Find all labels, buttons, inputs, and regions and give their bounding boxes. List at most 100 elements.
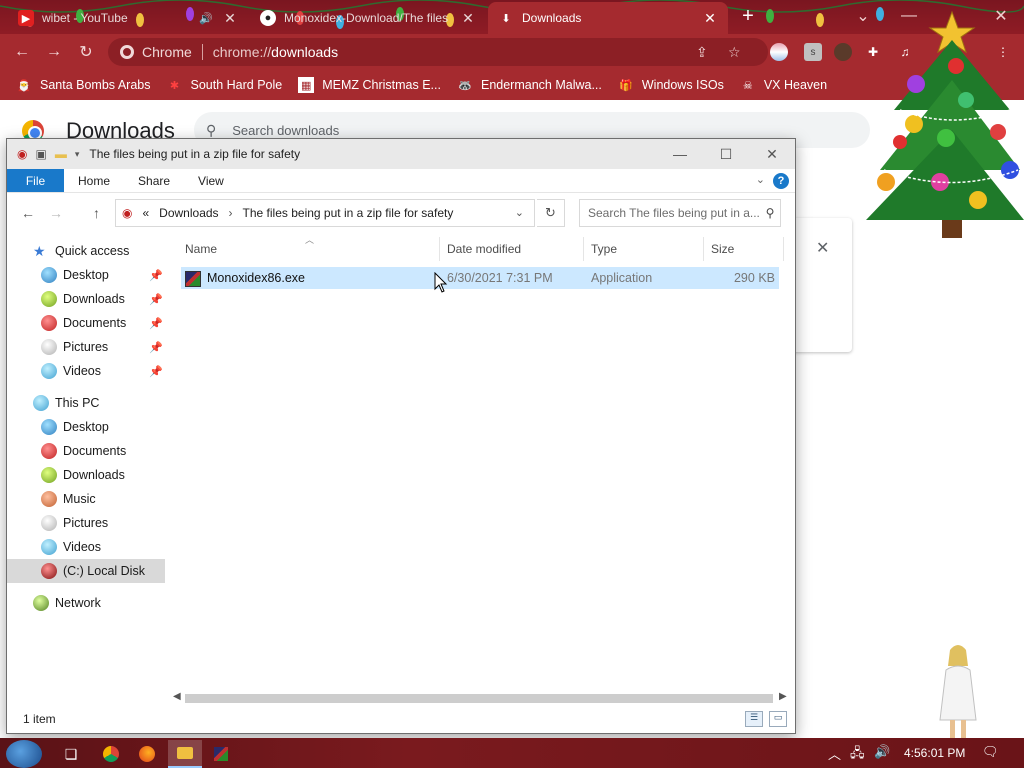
pin-icon[interactable]: 📌	[149, 341, 163, 354]
folder-app-icon[interactable]: ◉	[17, 147, 27, 161]
bookmark-endermanch-malware[interactable]: 🦝 Endermanch Malwa...	[457, 77, 602, 93]
column-header-type[interactable]: Type	[591, 239, 617, 259]
minimize-button[interactable]: —	[657, 139, 703, 169]
column-header-size[interactable]: Size	[711, 239, 734, 259]
breadcrumb-overflow[interactable]: «	[142, 206, 149, 220]
new-folder-icon[interactable]: ▬	[55, 147, 67, 161]
clock[interactable]: 4:56:01 PM	[904, 746, 965, 760]
up-arrow-icon[interactable]: ↑	[93, 205, 100, 221]
nav-quick-documents[interactable]: Documents 📌	[7, 311, 165, 335]
breadcrumb-separator-icon[interactable]: ›	[229, 206, 233, 220]
profile-avatar[interactable]	[834, 43, 852, 61]
forward-arrow-icon[interactable]: →	[49, 205, 63, 221]
nav-pc-downloads[interactable]: Downloads	[7, 463, 165, 487]
nav-label: Pictures	[63, 340, 109, 354]
pin-icon[interactable]: 📌	[149, 293, 163, 306]
ribbon-tab-file[interactable]: File	[7, 169, 64, 192]
ribbon-tab-home[interactable]: Home	[64, 169, 124, 192]
file-row[interactable]: Monoxidex86.exe 6/30/2021 7:31 PM Applic…	[181, 267, 779, 289]
bookmark-windows-isos[interactable]: 🎁 Windows ISOs	[618, 77, 724, 93]
ribbon-tab-view[interactable]: View	[184, 169, 238, 192]
explorer-address-bar[interactable]: ◉ « Downloads › The files being put in a…	[115, 199, 535, 227]
back-arrow-icon[interactable]: ←	[10, 40, 34, 64]
horizontal-scrollbar[interactable]: ◀ ▶	[171, 691, 791, 705]
pin-icon[interactable]: 📌	[149, 365, 163, 378]
chrome-security-chip[interactable]: Chrome	[108, 44, 192, 60]
back-arrow-icon[interactable]: ←	[21, 205, 35, 221]
bookmark-south-hard-pole[interactable]: ✱ South Hard Pole	[166, 77, 282, 93]
nav-quick-access[interactable]: ★ Quick access	[7, 239, 165, 263]
reload-icon[interactable]: ↻	[74, 40, 98, 64]
network-icon[interactable]: 🖧	[850, 744, 865, 766]
nav-quick-downloads[interactable]: Downloads 📌	[7, 287, 165, 311]
tab-downloads[interactable]: ⬇ Downloads ✕	[488, 2, 728, 34]
nav-pc-videos[interactable]: Videos	[7, 535, 165, 559]
refresh-icon[interactable]: ↻	[537, 199, 565, 227]
close-icon[interactable]: ✕	[816, 238, 829, 258]
new-tab-button[interactable]: +	[734, 0, 762, 32]
address-bar[interactable]: Chrome chrome://downloads ⇪ ☆	[108, 38, 768, 66]
breadcrumb-current-folder[interactable]: The files being put in a zip file for sa…	[243, 206, 454, 220]
nav-network[interactable]: Network	[7, 591, 165, 615]
nav-pc-local-disk[interactable]: (C:) Local Disk	[7, 559, 165, 583]
address-history-chevron-icon[interactable]: ⌄	[515, 206, 524, 219]
desktop-character-decoration	[939, 645, 977, 738]
properties-icon[interactable]: ▣	[35, 147, 46, 161]
column-header-date-modified[interactable]: Date modified	[447, 239, 521, 259]
nav-pc-pictures[interactable]: Pictures	[7, 511, 165, 535]
taskbar-chrome-icon[interactable]	[94, 740, 128, 768]
close-icon[interactable]: ✕	[460, 10, 476, 27]
expand-ribbon-chevron-icon[interactable]: ⌄	[756, 173, 765, 186]
scroll-right-arrow-icon[interactable]: ▶	[779, 691, 787, 702]
extension-flag-icon[interactable]	[770, 43, 788, 61]
nav-quick-desktop[interactable]: Desktop 📌	[7, 263, 165, 287]
taskbar-file-explorer-icon[interactable]	[168, 740, 202, 768]
start-button[interactable]	[6, 740, 42, 768]
breadcrumb-downloads[interactable]: Downloads	[159, 206, 218, 220]
nav-quick-videos[interactable]: Videos 📌	[7, 359, 165, 383]
nav-pc-documents[interactable]: Documents	[7, 439, 165, 463]
bookmark-vx-heaven[interactable]: ☠ VX Heaven	[740, 77, 827, 93]
pin-icon[interactable]: 📌	[149, 269, 163, 282]
executable-icon	[185, 271, 201, 287]
bookmark-santa-bombs-arabs[interactable]: 🎅 Santa Bombs Arabs	[16, 77, 150, 93]
taskbar-firefox-icon[interactable]	[130, 740, 164, 768]
close-window-button[interactable]: ✕	[749, 139, 795, 169]
forward-arrow-icon[interactable]: →	[42, 40, 66, 64]
column-divider[interactable]	[703, 237, 704, 261]
explorer-title-bar[interactable]: ◉ ▣ ▬ ▾ The files being put in a zip fil…	[7, 139, 795, 169]
close-icon[interactable]: ✕	[222, 10, 238, 27]
bookmark-star-icon[interactable]: ☆	[728, 44, 741, 61]
taskbar-monoxidex-icon[interactable]	[204, 740, 238, 768]
nav-quick-pictures[interactable]: Pictures 📌	[7, 335, 165, 359]
scroll-left-arrow-icon[interactable]: ◀	[173, 691, 181, 702]
tab-github[interactable]: ● Monoxidex-Download/The files ✕	[250, 2, 486, 34]
task-view-icon[interactable]: ❏	[54, 740, 88, 768]
nav-this-pc[interactable]: This PC	[7, 391, 165, 415]
ribbon-tab-share[interactable]: Share	[124, 169, 184, 192]
help-icon[interactable]: ?	[773, 173, 789, 189]
large-icons-view-icon[interactable]: ▭	[769, 711, 787, 727]
scrollbar-thumb[interactable]	[185, 694, 773, 703]
explorer-search-input[interactable]: Search The files being put in a... ⚲	[579, 199, 781, 227]
column-header-name[interactable]: Name	[185, 239, 217, 259]
share-icon[interactable]: ⇪	[696, 44, 708, 61]
notifications-icon[interactable]: 🗨	[982, 744, 999, 760]
maximize-button[interactable]: ☐	[703, 139, 749, 169]
tab-youtube[interactable]: ▶ wibet - YouTube 🔊 ✕	[8, 2, 248, 34]
nav-pc-music[interactable]: Music	[7, 487, 165, 511]
column-divider[interactable]	[439, 237, 440, 261]
column-divider[interactable]	[583, 237, 584, 261]
close-icon[interactable]: ✕	[702, 10, 718, 27]
extension-s-icon[interactable]: s	[804, 43, 822, 61]
details-view-icon[interactable]: ☰	[745, 711, 763, 727]
customize-chevron-icon[interactable]: ▾	[75, 149, 80, 160]
snowflake-icon: ✱	[169, 79, 180, 92]
show-hidden-icons-chevron-icon[interactable]: ︿	[828, 744, 841, 763]
bookmark-memz-christmas[interactable]: ▦ MEMZ Christmas E...	[298, 77, 441, 93]
column-divider[interactable]	[783, 237, 784, 261]
nav-pc-desktop[interactable]: Desktop	[7, 415, 165, 439]
omnibox-url[interactable]: chrome://downloads	[213, 44, 338, 60]
volume-icon[interactable]: 🔊	[874, 744, 890, 760]
pin-icon[interactable]: 📌	[149, 317, 163, 330]
